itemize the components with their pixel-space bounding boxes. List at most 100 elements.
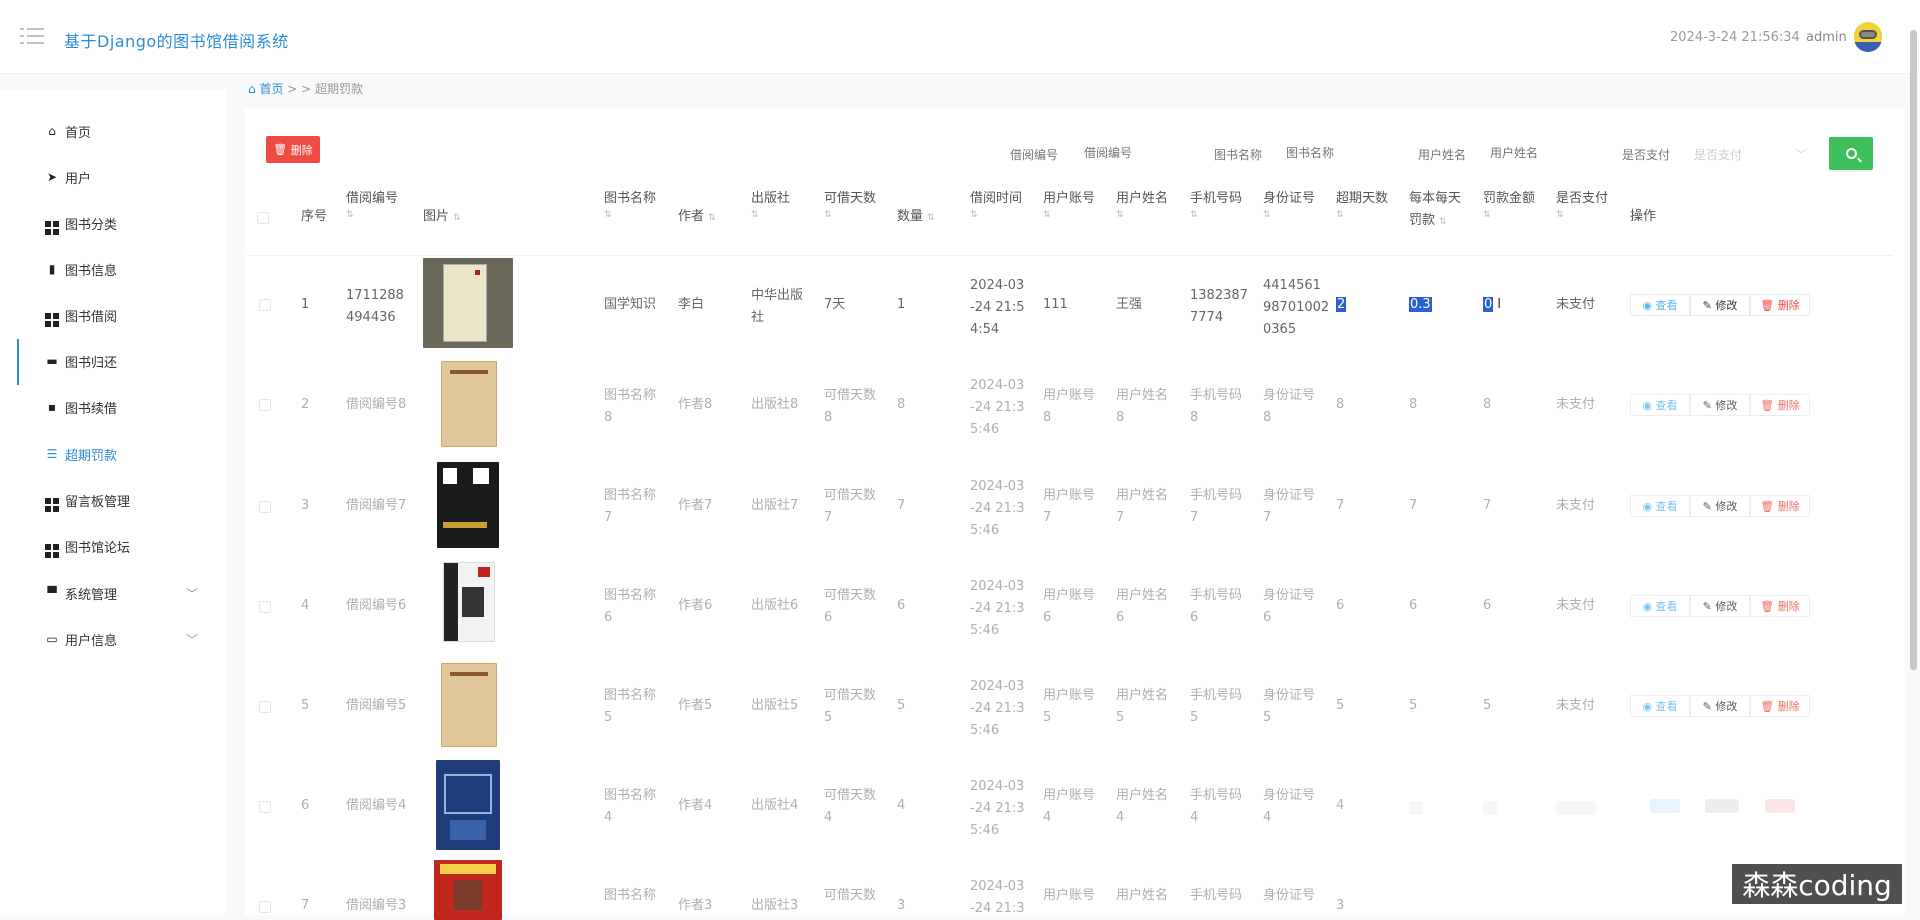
borrow-no-input[interactable] [1080, 140, 1200, 166]
row-overdue-days: 4 [1336, 798, 1345, 813]
book-cover-image[interactable] [437, 462, 499, 548]
row-daily-fine: 5 [1409, 698, 1418, 713]
book-cover-image[interactable] [441, 361, 497, 447]
delete-button[interactable]: 🗑 删除 [1750, 394, 1810, 416]
blurred-button [1765, 799, 1795, 813]
row-user-name: 用户姓名 6 [1116, 588, 1169, 625]
view-button[interactable]: ◉ 查看 [1630, 695, 1690, 717]
user-name-input[interactable] [1486, 140, 1606, 166]
col-header-daily-fine[interactable]: 每本每天 罚款 ⇅ [1409, 188, 1461, 232]
monitor-icon: ▀ [47, 586, 57, 600]
col-header-days[interactable]: 可借天数 ⇅ [824, 188, 876, 220]
book-name-input[interactable] [1282, 140, 1402, 166]
blurred-cell [1483, 801, 1497, 815]
edit-button[interactable]: ✎ 修改 [1690, 695, 1750, 717]
sidebar-item-forum[interactable]: 图书馆论坛 [18, 523, 218, 569]
col-header-fine[interactable]: 罚款金额 ⇅ [1483, 188, 1535, 220]
trash-icon: 🗑 [1760, 398, 1775, 412]
avatar[interactable] [1854, 22, 1882, 52]
row-book-name: 图书名称 [604, 888, 657, 903]
row-fine: 5 [1483, 698, 1492, 713]
menu-toggle-icon[interactable] [20, 28, 44, 46]
col-header-borrow-time[interactable]: 借阅时间 ⇅ [970, 188, 1022, 220]
col-header-borrow-no[interactable]: 借阅编号 ⇅ [346, 188, 398, 220]
sidebar-item-user-info[interactable]: ▭ 用户信息 ﹀ [18, 616, 218, 662]
row-checkbox[interactable] [259, 299, 271, 311]
sidebar-item-users[interactable]: ➤ 用户 [18, 154, 218, 200]
row-id-card: 身份证号 4 [1263, 788, 1316, 825]
book-cover-image[interactable] [434, 860, 502, 920]
row-overdue-days: 5 [1336, 698, 1345, 713]
sidebar-item-return[interactable]: ▬ 图书归还 [18, 338, 218, 384]
sidebar-item-book-category[interactable]: 图书分类 [18, 200, 218, 246]
edit-button[interactable]: ✎ 修改 [1690, 595, 1750, 617]
book-cover-image[interactable] [423, 258, 513, 348]
view-button[interactable]: ◉ 查看 [1630, 495, 1690, 517]
row-user-name: 用户姓名 4 [1116, 788, 1169, 825]
col-header-id-card[interactable]: 身份证号 ⇅ [1263, 188, 1315, 220]
edit-button[interactable]: ✎ 修改 [1690, 495, 1750, 517]
col-header-paid[interactable]: 是否支付 ⇅ [1556, 188, 1608, 220]
table-row: 2 借阅编号8 图书名称 8 作者8 出版社8 可借天数 8 8 2024-03 -2… [247, 355, 1892, 455]
view-button[interactable]: ◉ 查看 [1630, 294, 1690, 316]
book-cover-image[interactable] [436, 760, 500, 850]
sidebar-item-home[interactable]: ⌂ 首页 [18, 108, 218, 154]
row-account: 用户账号 [1043, 888, 1096, 903]
col-header-phone[interactable]: 手机号码 ⇅ [1190, 188, 1242, 220]
row-id-card: 身份证号 6 [1263, 588, 1316, 625]
trash-icon: 🗑 [273, 143, 288, 156]
row-checkbox[interactable] [259, 601, 271, 613]
eye-icon: ◉ [1642, 499, 1653, 513]
view-button[interactable]: ◉ 查看 [1630, 595, 1690, 617]
col-header-overdue-days[interactable]: 超期天数 ⇅ [1336, 188, 1388, 220]
col-header-author[interactable]: 作者 ⇅ [678, 206, 716, 228]
sidebar-item-label: 首页 [65, 125, 92, 141]
sidebar-item-system[interactable]: ▀ 系统管理 ﹀ [18, 570, 218, 616]
sidebar-item-book-info[interactable]: ▮ 图书信息 [18, 246, 218, 292]
view-button[interactable]: ◉ 查看 [1630, 394, 1690, 416]
bulk-delete-button[interactable]: 🗑 删除 [266, 136, 320, 163]
delete-button[interactable]: 🗑 删除 [1750, 495, 1810, 517]
col-header-user-name[interactable]: 用户姓名 ⇅ [1116, 188, 1168, 220]
row-qty: 3 [897, 898, 906, 913]
sidebar-item-borrow[interactable]: 图书借阅 [18, 292, 218, 338]
row-checkbox[interactable] [259, 701, 271, 713]
col-header-image[interactable]: 图片 ⇅ [423, 206, 461, 228]
breadcrumb-home[interactable]: 首页 [259, 82, 283, 96]
select-all-checkbox[interactable] [257, 212, 269, 224]
vertical-scrollbar[interactable] [1910, 30, 1917, 670]
row-user-name: 用户姓名 5 [1116, 688, 1169, 725]
row-checkbox[interactable] [259, 801, 271, 813]
row-checkbox[interactable] [259, 901, 271, 913]
current-user[interactable]: admin [1806, 30, 1847, 45]
app-title: 基于Django的图书馆借阅系统 [64, 32, 289, 51]
book-cover-image[interactable] [443, 562, 495, 642]
grid-icon [45, 216, 59, 235]
row-phone: 手机号码 7 [1190, 488, 1243, 525]
paid-select[interactable]: 是否支付 ﹀ [1690, 144, 1810, 170]
row-borrow-time: 2024-03 -24 21:3 5:46 [970, 378, 1025, 437]
sidebar-item-renew[interactable]: ▪ 图书续借 [18, 384, 218, 430]
col-header-book-name[interactable]: 图书名称 ⇅ [604, 188, 656, 220]
row-checkbox[interactable] [259, 501, 271, 513]
row-overdue-days: 7 [1336, 498, 1345, 513]
sidebar-item-message-board[interactable]: 留言板管理 [18, 477, 218, 523]
breadcrumb-separator: > > [283, 82, 316, 96]
search-button[interactable] [1829, 137, 1873, 170]
sidebar-item-overdue-fine[interactable]: ☰ 超期罚款 [18, 431, 218, 477]
col-header-account[interactable]: 用户账号 ⇅ [1043, 188, 1095, 220]
delete-button[interactable]: 🗑 删除 [1750, 294, 1810, 316]
book-cover-image[interactable] [441, 663, 497, 747]
row-days: 可借天数 5 [824, 688, 877, 725]
row-user-name: 用户姓名 [1116, 888, 1169, 903]
edit-button[interactable]: ✎ 修改 [1690, 294, 1750, 316]
row-borrow-no: 借阅编号6 [346, 598, 407, 613]
col-header-publisher[interactable]: 出版社 ⇅ [751, 188, 790, 220]
row-checkbox[interactable] [259, 399, 271, 411]
row-id-card: 4414561 98701002 0365 [1263, 278, 1330, 337]
delete-button[interactable]: 🗑 删除 [1750, 695, 1810, 717]
delete-button[interactable]: 🗑 删除 [1750, 595, 1810, 617]
col-header-qty[interactable]: 数量 ⇅ [897, 206, 935, 228]
edit-button[interactable]: ✎ 修改 [1690, 394, 1750, 416]
row-paid-status: 未支付 [1556, 698, 1596, 713]
